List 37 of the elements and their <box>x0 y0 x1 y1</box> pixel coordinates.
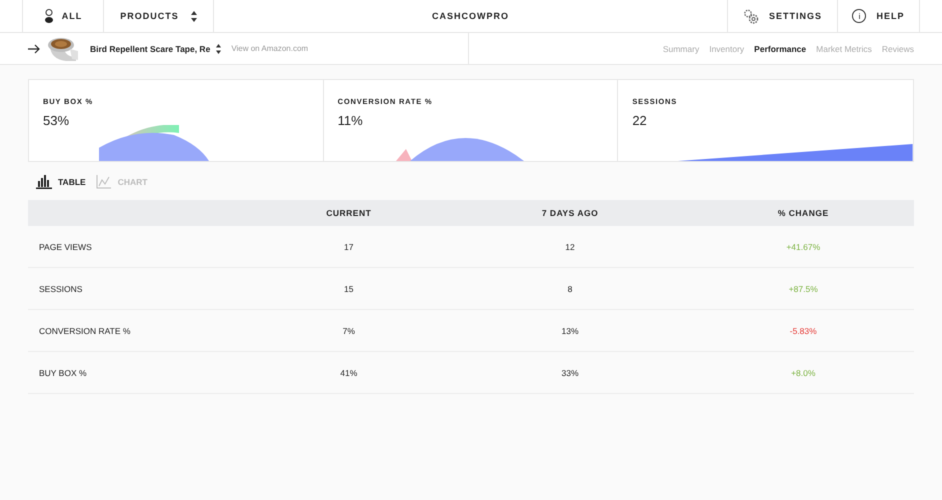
sort-icon <box>190 10 197 22</box>
line-chart-icon <box>96 175 112 189</box>
table-cell: 41% <box>250 352 448 394</box>
tab[interactable]: Performance <box>754 44 806 54</box>
table-cell: 13% <box>448 310 692 352</box>
table-cell: 17 <box>250 226 448 268</box>
table-cell: +8.0% <box>692 352 914 394</box>
sort-icon[interactable] <box>216 44 222 54</box>
table-cell: +87.5% <box>692 268 914 310</box>
column-header: % CHANGE <box>692 200 914 226</box>
products-menu[interactable]: PRODUCTS <box>104 0 214 32</box>
view-toggle[interactable]: TABLE <box>36 175 86 189</box>
table-cell: PAGE VIEWS <box>28 226 250 268</box>
table-cell: 12 <box>448 226 692 268</box>
table-cell: 7% <box>250 310 448 352</box>
table-cell: 8 <box>448 268 692 310</box>
help-button[interactable]: i HELP <box>838 0 919 32</box>
back-arrow-icon[interactable] <box>28 44 40 54</box>
bar-chart-icon <box>36 175 52 189</box>
all-menu[interactable]: ALL <box>23 0 104 32</box>
app-title: CASHCOWPRO <box>214 0 728 32</box>
column-header: CURRENT <box>250 200 448 226</box>
table-cell: 33% <box>448 352 692 394</box>
product-name: Bird Repellent Scare Tape, Re <box>90 44 210 54</box>
table-cell: BUY BOX % <box>28 352 250 394</box>
column-header: 7 DAYS AGO <box>448 200 692 226</box>
table-cell: CONVERSION RATE % <box>28 310 250 352</box>
card-value: 11% <box>338 113 364 128</box>
table-cell: -5.83% <box>692 310 914 352</box>
settings-icon <box>742 8 759 24</box>
user-icon <box>44 9 54 23</box>
settings-button[interactable]: SETTINGS <box>728 0 838 32</box>
table-cell: 15 <box>250 268 448 310</box>
table-cell: +41.67% <box>692 226 914 268</box>
table-cell: SESSIONS <box>28 268 250 310</box>
card-value: 22 <box>632 113 648 128</box>
card-value: 53% <box>43 113 70 128</box>
